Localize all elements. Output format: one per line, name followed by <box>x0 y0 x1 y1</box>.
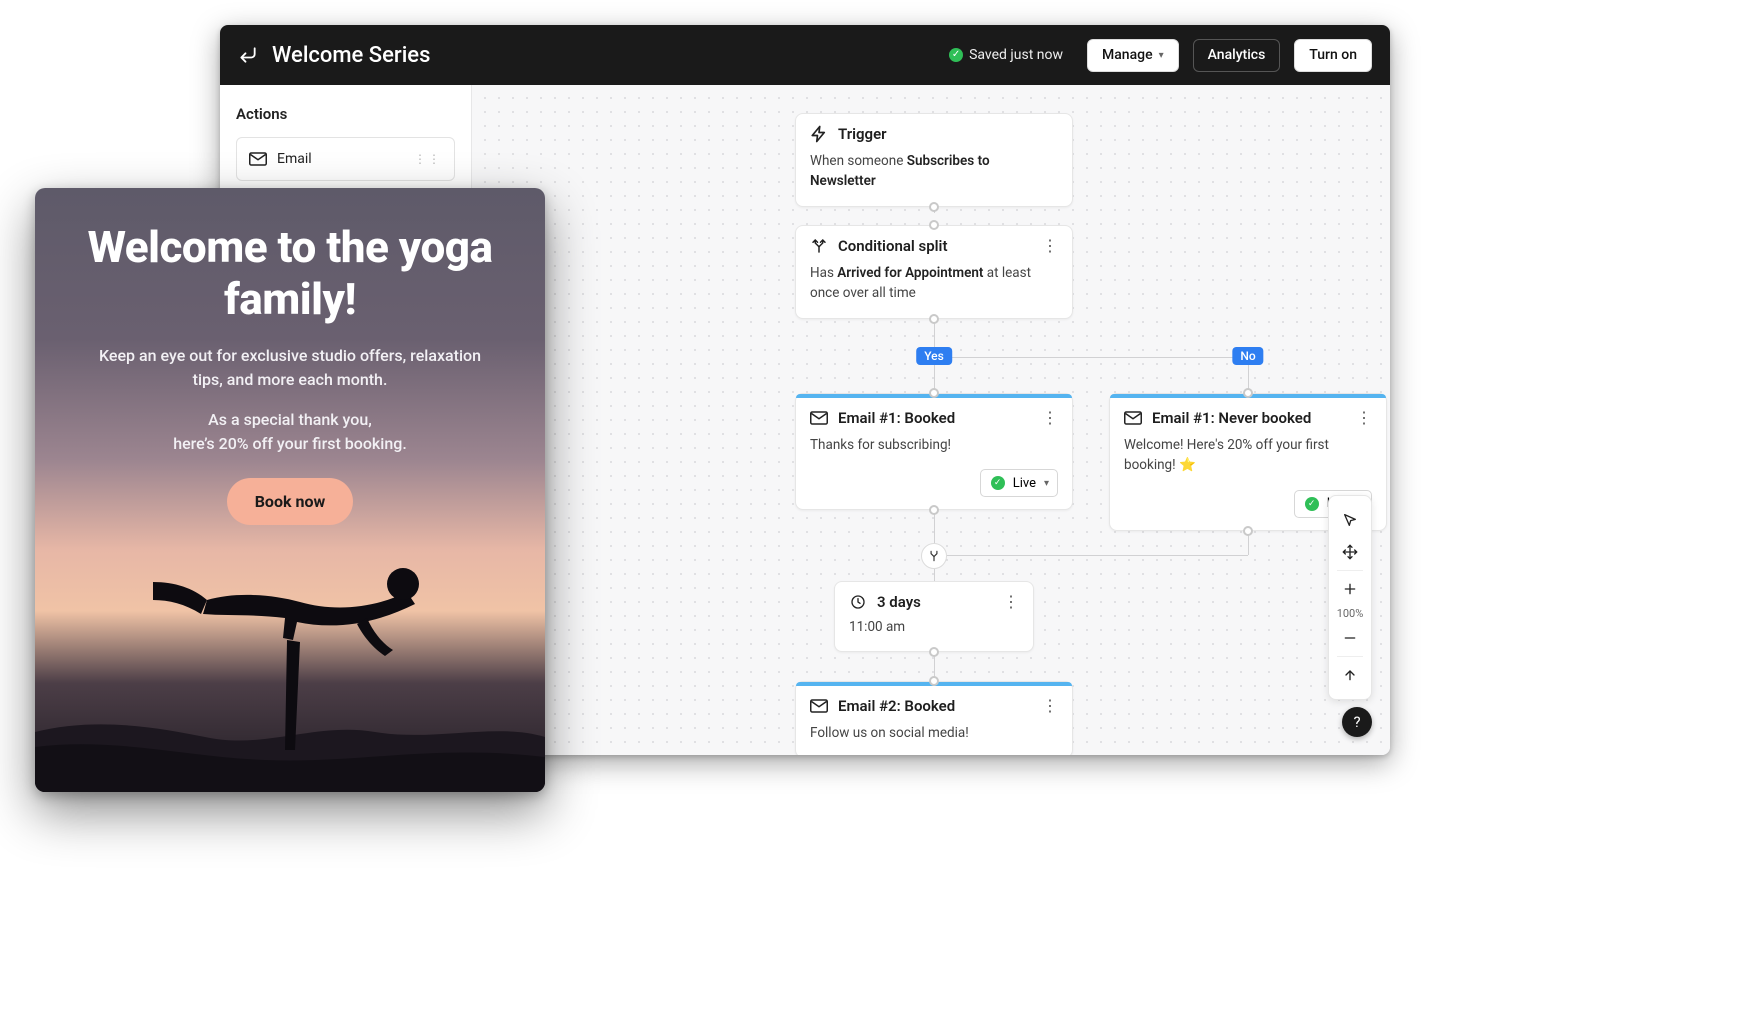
preview-paragraph-1: Keep an eye out for exclusive studio off… <box>83 344 497 392</box>
yoga-silhouette-image <box>35 522 545 792</box>
pointer-tool[interactable] <box>1329 504 1371 536</box>
action-email-label: Email <box>277 151 312 167</box>
branch-no-label: No <box>1232 347 1263 365</box>
node-delay[interactable]: 3 days ⋮ 11:00 am <box>834 581 1034 652</box>
kebab-icon[interactable]: ⋮ <box>1003 594 1019 610</box>
preview-headline: Welcome to the yoga family! <box>83 222 497 326</box>
turn-on-button[interactable]: Turn on <box>1294 39 1372 72</box>
node-email2-title: Email #2: Booked <box>838 697 955 715</box>
node-delay-body: 11:00 am <box>835 617 1033 651</box>
help-button[interactable]: ? <box>1342 707 1372 737</box>
node-email2[interactable]: Email #2: Booked ⋮ Follow us on social m… <box>795 681 1073 755</box>
port[interactable] <box>929 388 939 398</box>
chevron-down-icon: ▾ <box>1159 50 1164 61</box>
grip-icon: ⋮⋮ <box>414 156 442 162</box>
port[interactable] <box>1243 526 1253 536</box>
page-title: Welcome Series <box>272 43 430 68</box>
mail-icon <box>249 152 267 166</box>
back-icon[interactable] <box>238 45 258 65</box>
actions-heading: Actions <box>236 105 455 123</box>
check-icon: ✓ <box>949 48 963 62</box>
port[interactable] <box>929 314 939 324</box>
edge <box>947 555 1248 556</box>
node-email-never-booked-body: Welcome! Here's 20% off your first booki… <box>1110 433 1386 490</box>
pan-tool[interactable] <box>1329 536 1371 568</box>
branch-yes-label: Yes <box>916 347 952 365</box>
mail-icon <box>810 697 828 715</box>
flow-canvas[interactable]: Trigger When someone Subscribes to Newsl… <box>472 85 1390 755</box>
turn-on-button-label: Turn on <box>1309 47 1357 63</box>
node-email-booked-body: Thanks for subscribing! <box>796 433 1072 469</box>
port[interactable] <box>929 202 939 212</box>
port[interactable] <box>929 647 939 657</box>
edge <box>934 569 935 581</box>
port[interactable] <box>929 220 939 230</box>
preview-paragraph-2: As a special thank you, here’s 20% off y… <box>83 408 497 456</box>
node-split-title: Conditional split <box>838 237 947 255</box>
node-email2-body: Follow us on social media! <box>796 721 1072 755</box>
clock-icon <box>849 593 867 611</box>
kebab-icon[interactable]: ⋮ <box>1356 410 1372 426</box>
node-email-booked[interactable]: Email #1: Booked ⋮ Thanks for subscribin… <box>795 393 1073 510</box>
node-split[interactable]: Conditional split ⋮ Has Arrived for Appo… <box>795 225 1073 319</box>
kebab-icon[interactable]: ⋮ <box>1042 698 1058 714</box>
node-email-never-booked-title: Email #1: Never booked <box>1152 409 1311 427</box>
node-trigger-title: Trigger <box>838 125 887 143</box>
action-email-tile[interactable]: Email ⋮⋮ <box>236 137 455 181</box>
mail-icon <box>810 409 828 427</box>
save-status-text: Saved just now <box>969 47 1063 63</box>
analytics-button-label: Analytics <box>1208 47 1266 63</box>
status-label: Live <box>1013 476 1036 491</box>
kebab-icon[interactable]: ⋮ <box>1042 238 1058 254</box>
manage-button[interactable]: Manage ▾ <box>1087 39 1179 72</box>
book-now-button[interactable]: Book now <box>227 478 354 525</box>
topbar: Welcome Series ✓ Saved just now Manage ▾… <box>220 25 1390 85</box>
zoom-out-button[interactable] <box>1329 622 1371 654</box>
port[interactable] <box>1243 388 1253 398</box>
node-email-booked-title: Email #1: Booked <box>838 409 955 427</box>
edge <box>934 357 1248 358</box>
zoom-percent: 100% <box>1337 605 1364 622</box>
merge-node[interactable] <box>921 543 947 569</box>
status-dropdown[interactable]: ✓ Live ▾ <box>980 469 1058 497</box>
bolt-icon <box>810 125 828 143</box>
analytics-button[interactable]: Analytics <box>1193 39 1281 72</box>
email-preview-card: Welcome to the yoga family! Keep an eye … <box>35 188 545 792</box>
save-status: ✓ Saved just now <box>949 47 1063 63</box>
port[interactable] <box>929 676 939 686</box>
node-trigger-body: When someone Subscribes to Newsletter <box>796 149 1072 206</box>
manage-button-label: Manage <box>1102 47 1153 63</box>
check-icon: ✓ <box>991 476 1005 490</box>
chevron-down-icon: ▾ <box>1044 478 1049 489</box>
mail-icon <box>1124 409 1142 427</box>
node-split-body: Has Arrived for Appointment at least onc… <box>796 261 1072 318</box>
scroll-top-button[interactable] <box>1329 659 1371 691</box>
kebab-icon[interactable]: ⋮ <box>1042 410 1058 426</box>
split-icon <box>810 237 828 255</box>
node-delay-title: 3 days <box>877 593 921 611</box>
check-icon: ✓ <box>1305 497 1319 511</box>
node-trigger[interactable]: Trigger When someone Subscribes to Newsl… <box>795 113 1073 207</box>
zoom-in-button[interactable] <box>1329 573 1371 605</box>
port[interactable] <box>929 505 939 515</box>
view-toolbar: 100% <box>1328 495 1372 700</box>
